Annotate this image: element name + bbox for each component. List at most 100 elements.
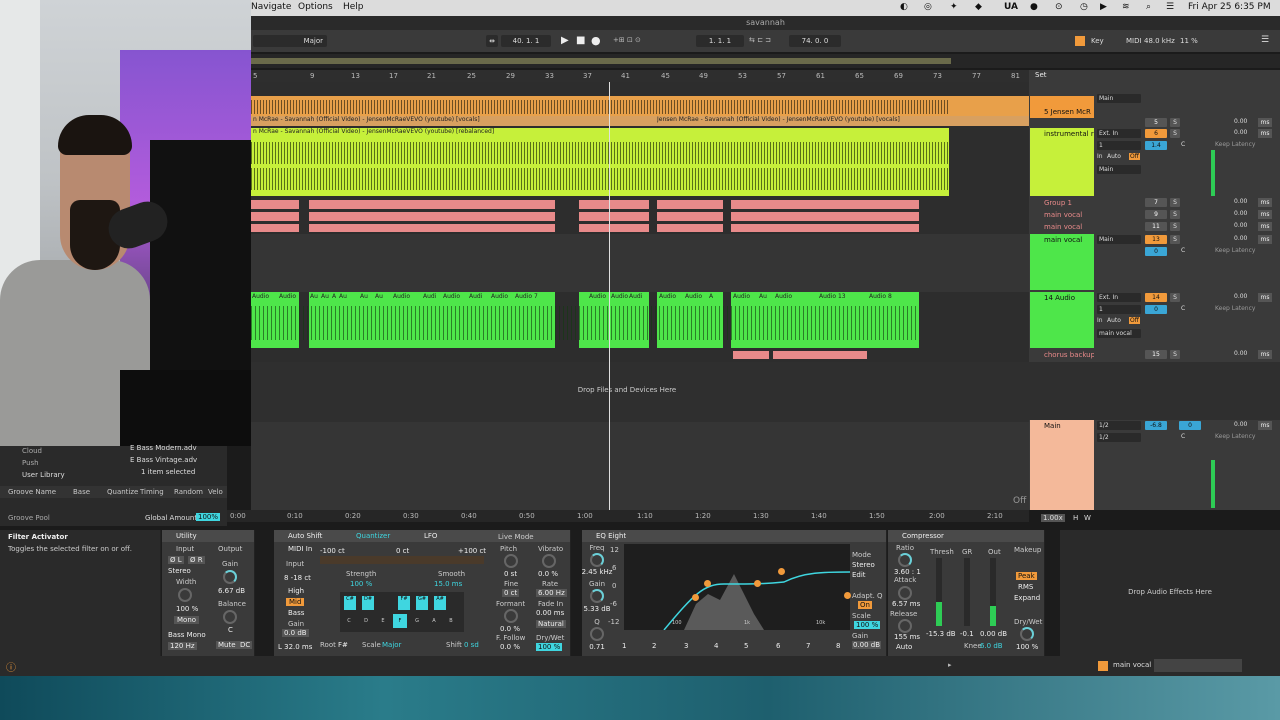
track-header[interactable]: main vocal xyxy=(1030,210,1094,220)
menu-help[interactable]: Help xyxy=(343,2,364,12)
edit-toggle[interactable]: Edit xyxy=(852,571,866,579)
position-field[interactable]: 1. 1. 1 xyxy=(696,35,744,47)
playhead[interactable] xyxy=(609,82,610,510)
status-icon[interactable]: ✦ xyxy=(950,2,958,12)
solo-button[interactable]: S xyxy=(1170,118,1180,127)
volume-value[interactable]: 0.00 xyxy=(1234,235,1247,242)
volume-value[interactable]: 0.00 xyxy=(1234,293,1247,300)
status-icon[interactable]: ◐ xyxy=(900,2,908,12)
formant-knob[interactable] xyxy=(504,609,518,623)
overdub-icon[interactable]: +⊞ ⊡ ⊙ xyxy=(613,36,641,44)
pan-knob[interactable]: C xyxy=(1181,247,1185,254)
device-title[interactable]: Auto Shift xyxy=(288,532,322,540)
play-button[interactable]: ▶ xyxy=(561,35,569,46)
formant-value[interactable]: 0.0 % xyxy=(500,625,520,633)
solo-button[interactable]: S xyxy=(1170,210,1180,219)
auto-release-toggle[interactable]: Auto xyxy=(896,643,912,651)
band-toggle[interactable]: 8 xyxy=(836,642,840,650)
smooth-value[interactable]: 15.0 ms xyxy=(434,580,462,588)
formant-follow-value[interactable]: 0.0 % xyxy=(500,643,520,651)
status-icon[interactable]: ● xyxy=(1030,2,1038,12)
track-header[interactable]: main vocal xyxy=(1030,234,1094,290)
key-button[interactable]: C# xyxy=(344,596,356,610)
scale-select[interactable]: Major xyxy=(253,35,327,47)
control-center-icon[interactable]: ☰ xyxy=(1166,2,1174,12)
band-toggle[interactable]: 6 xyxy=(776,642,780,650)
record-button[interactable]: ● xyxy=(591,34,601,47)
monitor-auto[interactable]: Auto xyxy=(1107,153,1121,160)
dc-toggle[interactable]: DC xyxy=(238,641,253,649)
vibrato-value[interactable]: 0.0 % xyxy=(538,570,558,578)
menu-navigate[interactable]: Navigate xyxy=(251,2,291,12)
out-gain-value[interactable]: 0.00 dB xyxy=(852,641,882,649)
solo-button[interactable]: S xyxy=(1170,293,1180,302)
pan-value[interactable]: 0 xyxy=(1145,247,1167,256)
menu-icon[interactable]: ☰ xyxy=(1261,35,1269,45)
track-volume-num[interactable]: 13 xyxy=(1145,235,1167,244)
ratio-value[interactable]: 3.60 : 1 xyxy=(894,568,921,576)
band-toggle[interactable]: 7 xyxy=(806,642,810,650)
gain-knob[interactable] xyxy=(223,570,237,584)
volume-value[interactable]: 0.00 xyxy=(1234,210,1247,217)
key-button[interactable]: G xyxy=(410,614,424,628)
key-button[interactable]: B xyxy=(444,614,458,628)
track-volume-num[interactable]: 7 xyxy=(1145,198,1167,207)
scale-select[interactable]: Major xyxy=(382,641,401,649)
volume-value[interactable]: 0.00 xyxy=(1234,129,1247,136)
effects-drop-zone[interactable]: Drop Audio Effects Here xyxy=(1060,530,1280,656)
set-label[interactable]: Set xyxy=(1035,71,1047,79)
track-volume-num[interactable]: 15 xyxy=(1145,350,1167,359)
device-title[interactable]: EQ Eight xyxy=(596,532,626,540)
eq-eight-device[interactable]: EQ Eight Freq 2.45 kHz Gain 5.33 dB Q 0.… xyxy=(582,530,887,656)
monitor-off[interactable]: Off xyxy=(1129,153,1140,160)
clip-vocals[interactable] xyxy=(251,96,1029,118)
input-select[interactable]: Ext. In xyxy=(1097,129,1141,138)
gain-knob[interactable] xyxy=(590,589,604,603)
track-volume-num[interactable]: 9 xyxy=(1145,210,1167,219)
peak-mode[interactable]: Peak xyxy=(1016,572,1037,580)
release-knob[interactable] xyxy=(898,619,912,633)
latency-select[interactable]: Keep Latency xyxy=(1215,305,1255,312)
track-volume-num[interactable]: 5 xyxy=(1145,118,1167,127)
lfo-tab[interactable]: LFO xyxy=(424,530,437,542)
h-toggle[interactable]: H xyxy=(1073,514,1078,522)
width-knob[interactable] xyxy=(178,588,192,602)
group-clips[interactable] xyxy=(251,200,1029,234)
input-select[interactable]: Ext. In xyxy=(1097,293,1141,302)
shift-value[interactable]: 0 sd xyxy=(464,641,479,649)
eq-display[interactable]: 12 6 0 -6 -12 100 1k 10k xyxy=(608,544,851,631)
pitch-value[interactable]: 0 st xyxy=(504,570,517,578)
pan-value[interactable]: 0 xyxy=(1145,305,1167,314)
key-button[interactable]: D# xyxy=(362,596,374,610)
time-ruler[interactable]: 0:00 0:10 0:20 0:30 0:40 0:50 1:00 1:10 … xyxy=(227,510,1029,522)
attack-value[interactable]: 6.57 ms xyxy=(892,600,920,608)
solo-button[interactable]: S xyxy=(1170,350,1180,359)
status-icon[interactable]: ◎ xyxy=(924,2,932,12)
mute-toggle[interactable]: Mute xyxy=(216,641,238,649)
main-sends[interactable]: 0 xyxy=(1179,421,1201,430)
status-icon[interactable]: ▶ xyxy=(1100,2,1107,12)
auto-shift-device[interactable]: Auto Shift Quantizer LFO MIDI In Input 8… xyxy=(274,530,571,656)
output-select[interactable]: main vocal xyxy=(1097,329,1141,338)
device-title[interactable]: Compressor xyxy=(902,532,944,540)
chorus-clips[interactable] xyxy=(251,351,1029,359)
pan-knob[interactable]: C xyxy=(1181,141,1185,148)
monitor-in[interactable]: In xyxy=(1097,317,1103,324)
q-value[interactable]: 0.71 xyxy=(582,643,612,651)
track-volume-num[interactable]: 6 xyxy=(1145,129,1167,138)
solo-button[interactable]: S xyxy=(1170,129,1180,138)
key-button[interactable]: F# xyxy=(398,596,410,610)
solo-button[interactable]: S xyxy=(1170,235,1180,244)
automation-off[interactable]: Off xyxy=(1013,496,1026,506)
track-volume-num[interactable]: 11 xyxy=(1145,222,1167,231)
status-icon[interactable]: ◆ xyxy=(975,2,982,12)
bass-freq-field[interactable]: 120 Hz xyxy=(168,642,197,650)
tempo-field[interactable]: 40. 1. 1 xyxy=(501,35,551,47)
arrangement-overview[interactable] xyxy=(251,54,1280,68)
latency-select[interactable]: Keep Latency xyxy=(1215,433,1255,440)
zoom-field[interactable]: 1.00x xyxy=(1041,514,1065,522)
arrangement-view[interactable]: n McRae - Savannah (Official Video) - Je… xyxy=(251,82,1029,510)
column-header[interactable]: Timing xyxy=(140,488,164,496)
vibrato-knob[interactable] xyxy=(542,554,556,568)
browser-file[interactable]: E Bass Vintage.adv xyxy=(130,456,197,464)
